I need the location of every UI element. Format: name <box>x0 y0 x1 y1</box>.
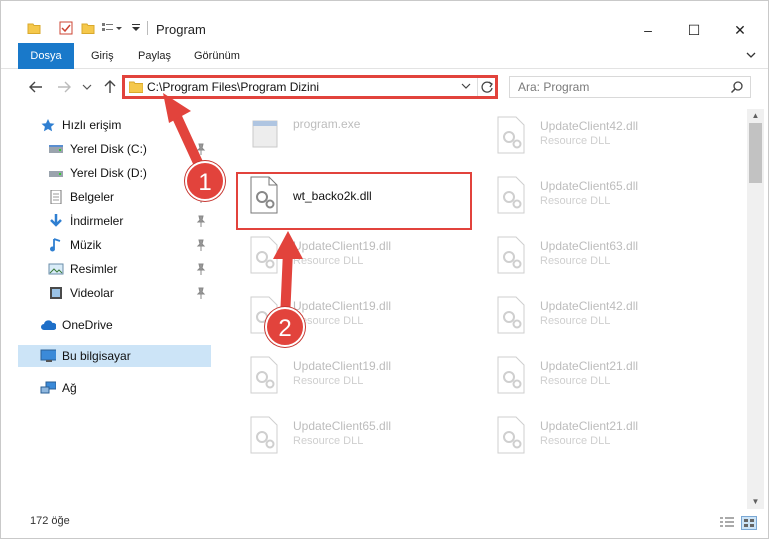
explorer-window: Program – ☐ ✕ Dosya Giriş Paylaş Görünüm… <box>0 0 769 539</box>
arrow-2-head <box>273 231 303 259</box>
step-badge-2: 2 <box>265 307 305 347</box>
step-badge-1: 1 <box>185 161 225 201</box>
arrow-1-head <box>163 93 191 123</box>
annotation-arrows <box>163 93 303 324</box>
